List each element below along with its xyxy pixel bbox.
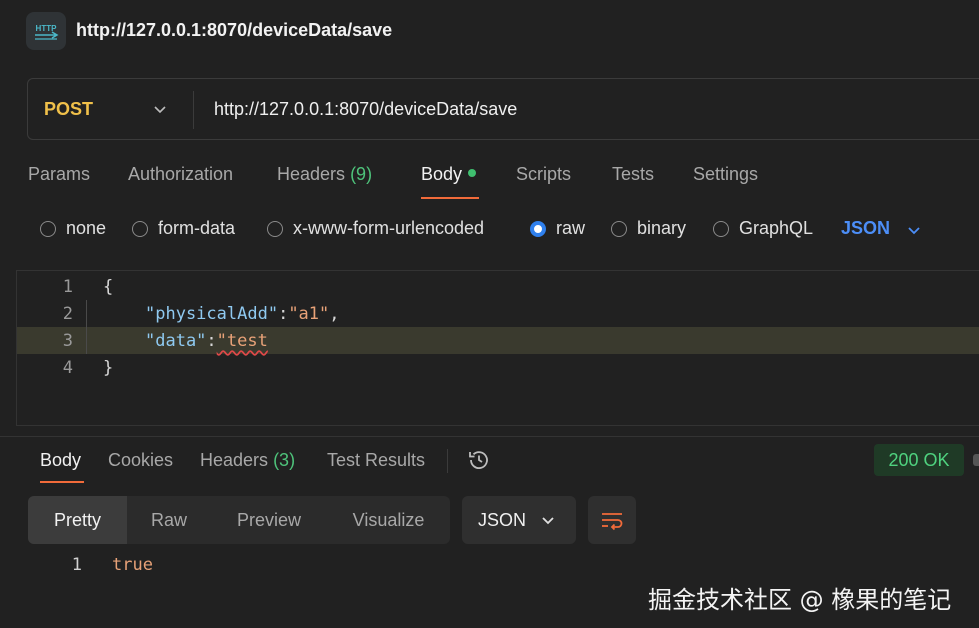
indent-guide	[86, 300, 87, 354]
language-select[interactable]: JSON	[841, 218, 890, 239]
url-bar: POST http://127.0.0.1:8070/deviceData/sa…	[27, 78, 979, 140]
headers-count: (3)	[273, 450, 296, 470]
radio-label: binary	[637, 218, 687, 238]
scroll-indicator	[973, 454, 979, 466]
svg-text:HTTP: HTTP	[36, 24, 58, 33]
tab-tests[interactable]: Tests	[612, 164, 654, 185]
radio-icon	[40, 220, 56, 237]
radio-label: none	[66, 218, 107, 238]
code-text: }	[103, 358, 114, 378]
divider	[0, 436, 979, 437]
request-header: HTTP http://127.0.0.1:8070/deviceData/sa…	[0, 0, 979, 62]
tab-authorization[interactable]: Authorization	[128, 164, 233, 185]
view-pretty-button[interactable]: Pretty	[28, 496, 127, 544]
json-value-error: "test	[216, 331, 268, 351]
json-comma: ,	[329, 304, 340, 324]
json-colon: :	[206, 331, 217, 351]
tab-settings[interactable]: Settings	[693, 164, 758, 185]
json-value: "a1"	[288, 304, 330, 324]
code-line: 4 }	[17, 354, 979, 381]
code-line-current: 3 "data":"test	[17, 327, 979, 354]
radio-selected-icon	[530, 220, 546, 237]
line-number: 4	[62, 358, 73, 378]
code-text: {	[103, 277, 114, 297]
request-title: http://127.0.0.1:8070/deviceData/save	[76, 20, 393, 40]
chevron-down-icon	[540, 512, 556, 533]
status-badge[interactable]: 200 OK	[874, 444, 964, 476]
tab-params[interactable]: Params	[28, 164, 90, 185]
tab-label: Headers	[277, 164, 346, 184]
request-body-editor[interactable]: 1 { 2 "physicalAdd":"a1", 3 "data":"test…	[16, 270, 979, 426]
response-view-toggle: Pretty Raw Preview Visualize	[28, 496, 450, 544]
radio-label: raw	[556, 218, 586, 238]
method-select[interactable]: POST	[44, 99, 93, 120]
active-tab-indicator	[421, 197, 479, 199]
http-icon: HTTP	[26, 12, 66, 50]
json-key: "data"	[145, 331, 207, 351]
wrap-lines-icon[interactable]	[588, 496, 636, 544]
radio-label: form-data	[158, 218, 236, 238]
line-number: 3	[62, 331, 73, 351]
code-line: 1 {	[17, 273, 979, 300]
url-input[interactable]: http://127.0.0.1:8070/deviceData/save	[214, 99, 517, 120]
line-number: 1	[71, 555, 82, 575]
json-colon: :	[278, 304, 289, 324]
response-tab-headers[interactable]: Headers (3)	[200, 450, 295, 471]
response-tab-body[interactable]: Body	[40, 450, 81, 471]
code-text: "data":"test	[145, 331, 268, 351]
code-text: "physicalAdd":"a1",	[145, 304, 340, 324]
response-text: true	[112, 555, 153, 575]
line-number: 1	[62, 277, 73, 297]
json-key: "physicalAdd"	[145, 304, 279, 324]
line-number: 2	[62, 304, 73, 324]
tab-label: Body	[421, 164, 463, 184]
radio-binary[interactable]: binary	[611, 218, 686, 239]
headers-count: (9)	[350, 164, 373, 184]
radio-icon	[611, 220, 627, 237]
body-type-options: none form-data x-www-form-urlencoded raw…	[0, 212, 979, 246]
view-preview-button[interactable]: Preview	[211, 496, 327, 544]
tab-headers[interactable]: Headers (9)	[277, 164, 372, 185]
radio-icon	[713, 220, 729, 237]
modified-dot-icon	[468, 169, 477, 178]
history-icon[interactable]	[466, 447, 492, 478]
radio-form-data[interactable]: form-data	[132, 218, 235, 239]
radio-raw[interactable]: raw	[530, 218, 585, 239]
tab-scripts[interactable]: Scripts	[516, 164, 571, 185]
request-tabs: Params Authorization Headers (9) Body Sc…	[0, 160, 979, 200]
response-tab-cookies[interactable]: Cookies	[108, 450, 173, 471]
chevron-down-icon[interactable]	[906, 222, 922, 243]
divider	[447, 449, 448, 473]
divider	[193, 91, 194, 129]
chevron-down-icon[interactable]	[152, 101, 168, 122]
radio-icon	[267, 220, 283, 237]
watermark: 掘金技术社区 @ 橡果的笔记	[648, 586, 952, 614]
tab-label: Headers	[200, 450, 269, 470]
radio-none[interactable]: none	[40, 218, 106, 239]
response-tab-test-results[interactable]: Test Results	[327, 450, 425, 471]
view-visualize-button[interactable]: Visualize	[327, 496, 450, 544]
format-label: JSON	[478, 510, 527, 530]
view-raw-button[interactable]: Raw	[127, 496, 211, 544]
radio-icon	[132, 220, 148, 237]
radio-label: x-www-form-urlencoded	[293, 218, 485, 238]
code-line: 2 "physicalAdd":"a1",	[17, 300, 979, 327]
radio-graphql[interactable]: GraphQL	[713, 218, 813, 239]
radio-x-www-form-urlencoded[interactable]: x-www-form-urlencoded	[267, 218, 484, 239]
active-tab-indicator	[40, 481, 84, 483]
tab-body[interactable]: Body	[421, 164, 477, 185]
response-format-select[interactable]: JSON	[462, 496, 576, 544]
radio-label: GraphQL	[739, 218, 814, 238]
